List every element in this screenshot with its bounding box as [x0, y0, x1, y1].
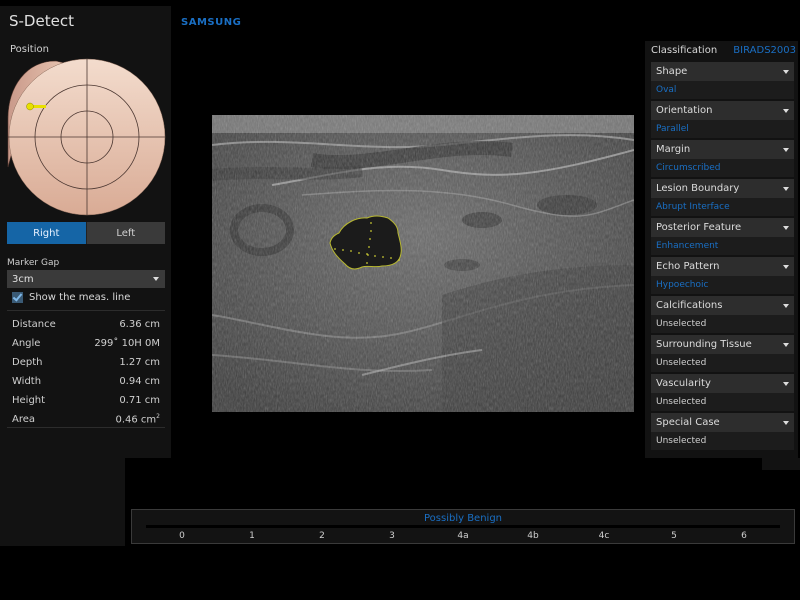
scale-tick: 2	[319, 531, 325, 541]
measurement-row-depth: Depth 1.27 cm	[12, 353, 160, 372]
category-value: Oval	[651, 81, 794, 99]
show-meas-line-checkbox[interactable]	[12, 292, 23, 303]
measurement-value: 0.71 cm	[119, 395, 160, 406]
measurement-row-height: Height 0.71 cm	[12, 391, 160, 410]
assessment-bar	[146, 525, 780, 528]
chevron-down-icon	[783, 108, 789, 113]
measurement-value: 0.94 cm	[119, 376, 160, 387]
marker-gap-value: 3cm	[12, 273, 34, 285]
category-dropdown[interactable]: Vascularity	[651, 374, 794, 393]
category-dropdown[interactable]: Special Case	[651, 413, 794, 432]
category-value: Unselected	[651, 432, 794, 450]
scale-tick: 6	[741, 531, 747, 541]
category-dropdown[interactable]: Posterior Feature	[651, 218, 794, 237]
marker-gap-select[interactable]: 3cm	[7, 270, 165, 288]
birads-assessment-scale: Possibly Benign 0 1 2 3 4a 4b 4c 5 6	[131, 509, 795, 544]
assessment-result: Possibly Benign	[423, 513, 503, 524]
measurement-value: 6.36 cm	[119, 319, 160, 330]
scale-tick: 1	[249, 531, 255, 541]
left-panel-extension	[0, 458, 125, 546]
category-dropdown[interactable]: Lesion Boundary	[651, 179, 794, 198]
classification-item-calcifications: Calcifications Unselected	[651, 296, 794, 333]
classification-item-lesion-boundary: Lesion Boundary Abrupt Interface	[651, 179, 794, 216]
measurement-label: Distance	[12, 319, 56, 330]
category-value: Unselected	[651, 393, 794, 411]
left-side-button[interactable]: Left	[85, 222, 165, 244]
chevron-down-icon	[783, 186, 789, 191]
measurement-label: Area	[12, 414, 36, 425]
category-value: Parallel	[651, 120, 794, 138]
chevron-down-icon	[153, 277, 159, 281]
category-dropdown[interactable]: Orientation	[651, 101, 794, 120]
measurement-value: 0.46 cm2	[115, 413, 160, 426]
category-value: Hypoechoic	[651, 276, 794, 294]
right-panel-extension	[762, 458, 800, 470]
measurement-table: Distance 6.36 cm Angle 299˚ 10H 0M Depth…	[12, 315, 160, 429]
classification-item-surrounding-tissue: Surrounding Tissue Unselected	[651, 335, 794, 372]
classification-list: Shape Oval Orientation Parallel Margin C…	[651, 62, 794, 452]
category-dropdown[interactable]: Echo Pattern	[651, 257, 794, 276]
chevron-down-icon	[783, 342, 789, 347]
scale-tick: 0	[179, 531, 185, 541]
chevron-down-icon	[783, 303, 789, 308]
category-value: Enhancement	[651, 237, 794, 255]
chevron-down-icon	[783, 264, 789, 269]
measurement-label: Height	[12, 395, 46, 406]
category-dropdown[interactable]: Calcifications	[651, 296, 794, 315]
classification-item-special-case: Special Case Unselected	[651, 413, 794, 450]
classification-item-orientation: Orientation Parallel	[651, 101, 794, 138]
scale-tick: 3	[389, 531, 395, 541]
marker-gap-label: Marker Gap	[7, 258, 60, 268]
measurement-value: 299˚ 10H 0M	[94, 338, 160, 349]
scale-tick: 4a	[457, 531, 469, 541]
divider	[7, 427, 165, 428]
measurement-label: Angle	[12, 338, 41, 349]
show-meas-line-label: Show the meas. line	[29, 292, 131, 303]
classification-item-posterior-feature: Posterior Feature Enhancement	[651, 218, 794, 255]
category-value: Circumscribed	[651, 159, 794, 177]
show-meas-line-option[interactable]: Show the meas. line	[12, 292, 130, 303]
measurement-label: Width	[12, 376, 42, 387]
measurement-value: 1.27 cm	[119, 357, 160, 368]
divider	[7, 310, 165, 311]
classification-item-margin: Margin Circumscribed	[651, 140, 794, 177]
assessment-ticks: 0 1 2 3 4a 4b 4c 5 6	[132, 531, 794, 543]
category-dropdown[interactable]: Margin	[651, 140, 794, 159]
scale-tick: 4b	[527, 531, 539, 541]
breast-position-diagram[interactable]	[6, 57, 166, 217]
breast-side-toggle: Right Left	[7, 222, 165, 244]
classification-item-shape: Shape Oval	[651, 62, 794, 99]
measurement-row-distance: Distance 6.36 cm	[12, 315, 160, 334]
chevron-down-icon	[783, 225, 789, 230]
ultrasound-image[interactable]	[212, 115, 634, 412]
position-label: Position	[10, 44, 49, 55]
scale-tick: 5	[671, 531, 677, 541]
samsung-logo: SAMSUNG	[181, 17, 242, 28]
classification-item-echo-pattern: Echo Pattern Hypoechoic	[651, 257, 794, 294]
category-value: Abrupt Interface	[651, 198, 794, 216]
category-dropdown[interactable]: Surrounding Tissue	[651, 335, 794, 354]
app-title: S-Detect	[9, 12, 74, 30]
classification-title: Classification	[651, 45, 718, 56]
measurement-row-width: Width 0.94 cm	[12, 372, 160, 391]
chevron-down-icon	[783, 420, 789, 425]
classification-header: Classification BIRADS2003	[651, 45, 796, 56]
classification-standard[interactable]: BIRADS2003	[733, 45, 796, 56]
category-value: Unselected	[651, 354, 794, 372]
classification-item-vascularity: Vascularity Unselected	[651, 374, 794, 411]
category-value: Unselected	[651, 315, 794, 333]
category-dropdown[interactable]: Shape	[651, 62, 794, 81]
scale-tick: 4c	[598, 531, 610, 541]
chevron-down-icon	[783, 69, 789, 74]
chevron-down-icon	[783, 147, 789, 152]
measurement-row-angle: Angle 299˚ 10H 0M	[12, 334, 160, 353]
chevron-down-icon	[783, 381, 789, 386]
right-side-button[interactable]: Right	[7, 222, 86, 244]
measurement-label: Depth	[12, 357, 43, 368]
